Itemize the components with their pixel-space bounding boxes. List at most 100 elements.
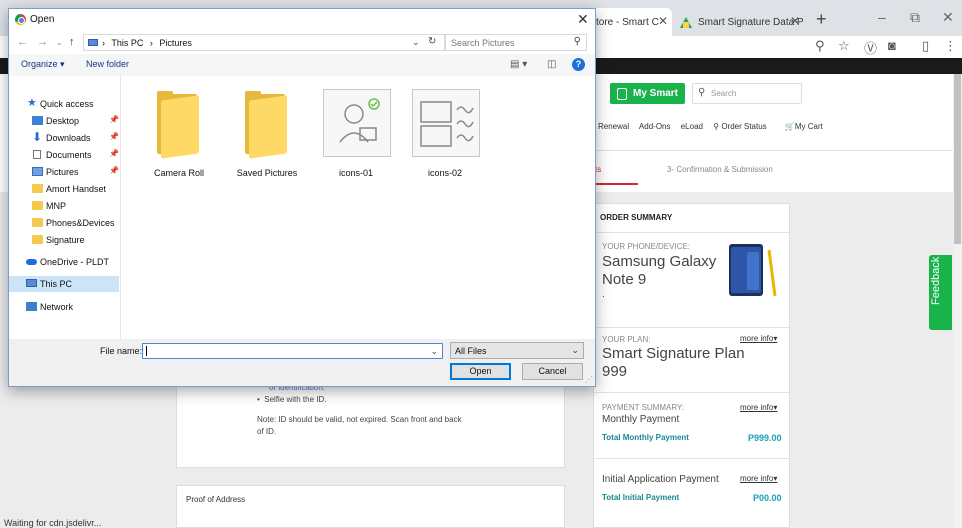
divider <box>594 232 789 233</box>
dialog-titlebar[interactable]: Open ✕ <box>9 9 595 31</box>
camera-icon[interactable]: ◙ <box>888 38 896 53</box>
nav-cart[interactable]: 🛒My Cart <box>785 122 831 131</box>
document-icon <box>33 150 41 159</box>
file-name-field-label: File name: <box>100 346 143 356</box>
search-icon: ⚲ <box>573 36 581 47</box>
nav-label: MNP <box>46 201 66 211</box>
nav-documents[interactable]: Documents 📌 <box>9 147 119 163</box>
navigation-pane: ★ Quick access Desktop 📌 ⬇ Downloads 📌 D… <box>9 76 121 339</box>
chevron-down-icon[interactable]: ⌄ <box>430 346 438 357</box>
file-item-icons-02[interactable]: icons-02 <box>405 89 485 184</box>
nav-quick-access[interactable]: ★ Quick access <box>9 96 119 112</box>
bookmark-star-icon[interactable]: ☆ <box>838 38 850 54</box>
feedback-tab[interactable]: Feedback <box>929 255 952 330</box>
file-item-saved-pictures[interactable]: Saved Pictures <box>227 89 307 184</box>
payment-summary-label: PAYMENT SUMMARY: <box>602 403 685 412</box>
new-folder-button[interactable]: New folder <box>86 59 129 69</box>
open-button[interactable]: Open <box>450 363 511 380</box>
bullet-text: Selfie with the ID. <box>264 395 327 404</box>
search-placeholder: Search <box>711 89 737 98</box>
browser-tab-smart-store[interactable]: tore - Smart C ✕ <box>588 8 672 36</box>
cancel-button[interactable]: Cancel <box>522 363 583 380</box>
proof-of-address-box: Proof of Address <box>176 485 565 528</box>
command-bar: Organize ▾ New folder ▤ ▾ ◫ ? <box>9 54 595 76</box>
zoom-icon[interactable]: ⚲ <box>815 38 825 54</box>
step-confirmation[interactable]: 3- Confirmation & Submission <box>667 165 773 174</box>
nav-amort-handset[interactable]: Amort Handset <box>9 181 119 197</box>
recent-locations-icon[interactable]: ⌄ <box>56 38 63 47</box>
nav-mnp[interactable]: MNP <box>9 198 119 214</box>
google-drive-icon <box>680 16 692 28</box>
file-name-input[interactable]: ⌄ <box>142 343 443 359</box>
nav-network[interactable]: Network <box>9 299 119 315</box>
browser-tab-signature-data[interactable]: Smart Signature Data P ✕ <box>680 8 804 36</box>
nav-onedrive[interactable]: OneDrive - PLDT <box>9 254 119 270</box>
payment-more-info-link[interactable]: more info▾ <box>740 403 777 412</box>
file-item-camera-roll[interactable]: Camera Roll <box>139 89 219 184</box>
nav-eload[interactable]: eLoad <box>681 122 703 131</box>
phone-icon <box>616 87 627 100</box>
initial-more-info-link[interactable]: more info▾ <box>740 474 777 483</box>
menu-icon[interactable]: ⋮ <box>944 38 957 54</box>
close-tab-icon[interactable]: ✕ <box>790 14 800 28</box>
refresh-icon[interactable]: ↻ <box>428 36 436 47</box>
id-card-signature-icon <box>420 101 474 147</box>
breadcrumb-pictures[interactable]: Pictures <box>159 38 192 48</box>
nav-label: This PC <box>40 279 73 289</box>
maximize-button[interactable]: ⧉ <box>910 9 920 26</box>
nav-phones-devices[interactable]: Phones&Devices <box>9 215 119 231</box>
nav-label: Quick access <box>40 99 94 109</box>
chevron-down-icon: ⌄ <box>571 345 579 355</box>
image-thumbnail <box>412 89 480 157</box>
nav-pictures[interactable]: Pictures 📌 <box>9 164 119 180</box>
step-current[interactable]: ts <box>595 165 638 185</box>
preview-pane-icon[interactable]: ◫ <box>547 59 556 70</box>
breadcrumb-this-pc[interactable]: This PC <box>111 38 143 48</box>
nav-label: Downloads <box>46 133 91 143</box>
site-nav: Renewal Add-Ons eLoad ⚲ Order Status 🛒My… <box>598 122 839 131</box>
file-item-icons-01[interactable]: icons-01 <box>316 89 396 184</box>
chevron-down-icon[interactable]: ⌄ <box>412 37 420 48</box>
back-arrow-icon[interactable]: ← <box>17 36 28 48</box>
nav-desktop[interactable]: Desktop 📌 <box>9 113 119 129</box>
close-icon[interactable]: ✕ <box>577 11 589 28</box>
change-view-icon[interactable]: ▤ ▾ <box>510 59 527 70</box>
nav-signature[interactable]: Signature <box>9 232 119 248</box>
download-icon: ⬇ <box>32 130 43 144</box>
help-icon[interactable]: ? <box>572 58 585 71</box>
file-name-label: Saved Pictures <box>236 168 298 178</box>
scrollbar-thumb[interactable] <box>954 74 961 244</box>
minimize-button[interactable]: – <box>878 9 886 25</box>
nav-order-status[interactable]: ⚲ Order Status <box>713 122 774 131</box>
nav-addons[interactable]: Add-Ons <box>639 122 671 131</box>
extension-icon[interactable]: ▯ <box>922 38 929 54</box>
address-bar[interactable]: › This PC › Pictures ⌄ ↻ <box>83 34 446 51</box>
plan-name: Smart Signature Plan 999 <box>602 345 745 380</box>
file-type-select[interactable]: All Files ⌄ <box>450 342 584 359</box>
folder-icon <box>32 184 43 193</box>
up-arrow-icon[interactable]: ↑ <box>69 36 75 48</box>
organize-menu[interactable]: Organize ▾ <box>21 59 65 70</box>
my-smart-button[interactable]: My Smart <box>610 83 685 104</box>
resize-grip-icon[interactable]: ⋰ <box>585 375 593 384</box>
page-scrollbar[interactable] <box>953 74 962 528</box>
file-type-value: All Files <box>455 346 487 356</box>
phone-subtext: . <box>602 289 605 300</box>
forward-arrow-icon[interactable]: → <box>37 36 48 48</box>
my-smart-label: My Smart <box>632 88 678 99</box>
breadcrumb-separator-icon: › <box>149 38 153 48</box>
file-name-label: icons-01 <box>338 168 374 178</box>
new-tab-button[interactable]: + <box>816 9 827 30</box>
close-tab-icon[interactable]: ✕ <box>658 14 668 28</box>
search-pictures-input[interactable]: Search Pictures ⚲ <box>444 34 587 51</box>
site-search-input[interactable]: ⚲ Search <box>692 83 802 104</box>
tab-title: Smart Signature Data P <box>698 16 804 28</box>
nav-label: Signature <box>46 235 85 245</box>
nav-renewal[interactable]: Renewal <box>598 122 629 131</box>
nav-this-pc[interactable]: This PC <box>9 276 119 292</box>
pin-icon: 📌 <box>109 115 119 124</box>
nav-downloads[interactable]: ⬇ Downloads 📌 <box>9 130 119 146</box>
close-window-button[interactable]: ✕ <box>942 9 954 26</box>
plan-more-info-link[interactable]: more info▾ <box>740 334 777 343</box>
v-extension-icon[interactable]: Ⓥ <box>864 38 877 57</box>
